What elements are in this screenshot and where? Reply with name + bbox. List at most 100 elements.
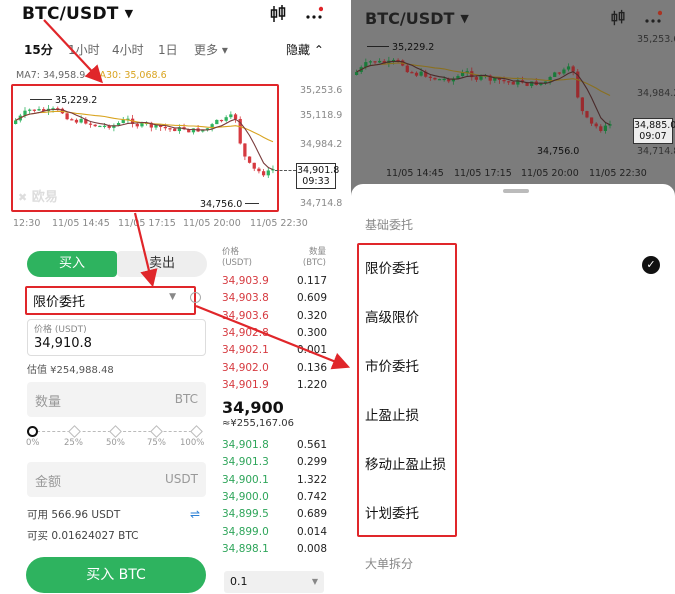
- candlestick-icon[interactable]: [268, 4, 288, 29]
- candle: [419, 71, 423, 76]
- low-label: 34,756.0: [200, 199, 260, 210]
- orderbook-row[interactable]: 34,903.9 0.117: [222, 273, 327, 290]
- sell-tab[interactable]: 卖出: [117, 251, 207, 277]
- current-price-tag: 34,901.8 09:33: [296, 163, 340, 189]
- quantity-input[interactable]: 数量 BTC: [27, 382, 206, 417]
- price-input[interactable]: 价格 (USDT) 34,910.8: [27, 319, 206, 356]
- orderbook-price: 34,901.9: [222, 378, 269, 391]
- slider-mark: 50%: [106, 438, 125, 448]
- orderbook-row[interactable]: 34,901.9 1.220: [222, 377, 327, 394]
- pair-title[interactable]: BTC/USDT ▼: [22, 4, 133, 24]
- orderbook-price: 34,902.8: [222, 326, 269, 339]
- candle: [589, 117, 594, 124]
- trading-screen: BTC/USDT ▼ 15分 1小时 4小时 1日 更多 ▾ 隐藏 ⌃ MA7: …: [0, 0, 345, 594]
- orderbook-row[interactable]: 34,903.6 0.320: [222, 308, 327, 325]
- orderbook-row[interactable]: 34,900.1 1.322: [222, 472, 327, 489]
- amount-input[interactable]: 金额 USDT: [27, 462, 206, 497]
- orderbook-row[interactable]: 34,902.0 0.136: [222, 360, 327, 377]
- time-axis-label: 11/05 20:00: [521, 168, 579, 179]
- candle: [442, 78, 446, 81]
- sheet-section-basic: 基础委托: [365, 218, 414, 232]
- candle: [378, 60, 382, 63]
- orderbook-price: 34,900.0: [222, 490, 269, 503]
- last-price-cny: ≈¥255,167.06: [222, 418, 294, 429]
- time-axis-label: 12:30: [13, 218, 41, 229]
- tab-1d[interactable]: 1日: [158, 41, 178, 58]
- time-axis-label: 11/05 20:00: [183, 218, 241, 229]
- current-price-tag: 34,885.0 09:07: [633, 118, 675, 144]
- sheet-section-iceberg: 大单拆分: [365, 557, 414, 571]
- orderbook-row[interactable]: 34,902.8 0.300: [222, 325, 327, 342]
- order-type-sheet-screen: BTC/USDT▼ 35,229.2 34,756.0 35,253.6 34,…: [351, 0, 675, 594]
- orderbook-qty: 0.561: [296, 439, 327, 451]
- slider-stop[interactable]: [68, 425, 81, 438]
- candle: [507, 81, 511, 83]
- candle: [405, 65, 409, 73]
- candle: [571, 66, 575, 72]
- orderbook-qty: 0.742: [296, 490, 327, 503]
- time-axis-label: 11/05 17:15: [118, 218, 176, 229]
- price-axis-label: 34,714.8: [300, 198, 343, 209]
- buy-tab[interactable]: 买入: [27, 251, 117, 277]
- orderbook-price: 34,901.8: [222, 439, 269, 451]
- sheet-grip-handle[interactable]: [503, 189, 529, 193]
- chevron-down-icon: ▼: [460, 12, 469, 25]
- orderbook-row[interactable]: 34,902.1 0.001: [222, 342, 327, 359]
- tab-15m[interactable]: 15分: [24, 41, 53, 58]
- orderbook-row[interactable]: 34,901.8 0.561: [222, 437, 327, 454]
- candle: [594, 123, 598, 127]
- orderbook-price-header: 价格 (USDT): [222, 247, 252, 268]
- orderbook-price: 34,903.8: [222, 292, 269, 305]
- candle: [355, 71, 359, 75]
- candle: [428, 76, 432, 78]
- check-icon: ✓: [642, 256, 660, 274]
- candle: [603, 125, 608, 131]
- slider-stop[interactable]: [190, 425, 203, 438]
- orderbook-row[interactable]: 34,901.3 0.299: [222, 454, 327, 471]
- orderbook-row[interactable]: 34,899.0 0.014: [222, 524, 327, 541]
- slider-mark: 75%: [147, 438, 166, 448]
- orderbook-row[interactable]: 34,899.5 0.689: [222, 506, 327, 523]
- orderbook-price: 34,903.9: [222, 275, 269, 287]
- orderbook-row[interactable]: 34,898.1 0.008: [222, 541, 327, 558]
- orderbook-price: 34,899.0: [222, 525, 269, 538]
- more-icon[interactable]: [644, 10, 663, 32]
- orderbook-row[interactable]: 34,903.8 0.609: [222, 290, 327, 307]
- depth-select[interactable]: 0.1 ▼: [224, 571, 324, 593]
- pair-title[interactable]: BTC/USDT ▼: [365, 9, 469, 28]
- orderbook-row[interactable]: 34,900.0 0.742: [222, 489, 327, 506]
- candle: [511, 81, 515, 85]
- orderbook-qty: 0.320: [296, 309, 327, 322]
- orderbook-qty: 0.609: [296, 292, 327, 305]
- info-icon[interactable]: [190, 292, 201, 303]
- tab-more[interactable]: 更多 ▾: [194, 41, 228, 58]
- slider-handle[interactable]: [27, 426, 38, 437]
- tab-4h[interactable]: 4小时: [112, 41, 144, 58]
- transfer-icon[interactable]: ⇌: [190, 507, 200, 521]
- orderbook-price: 34,899.5: [222, 508, 269, 521]
- price-axis-label: 35,118.9: [300, 110, 343, 121]
- orderbook-qty: 1.322: [296, 473, 327, 486]
- candle: [585, 111, 589, 118]
- orderbook-price: 34,902.0: [222, 361, 269, 374]
- orderbook-qty: 0.117: [296, 275, 327, 287]
- tab-1h[interactable]: 1小时: [68, 41, 100, 58]
- tab-hide[interactable]: 隐藏 ⌃: [286, 41, 324, 58]
- slider-stop[interactable]: [109, 425, 122, 438]
- candle: [502, 79, 506, 82]
- more-icon[interactable]: [305, 6, 324, 28]
- slider-stop[interactable]: [150, 425, 163, 438]
- orderbook-price: 34,903.6: [222, 309, 269, 322]
- max-buy: 可买 0.01624027 BTC: [27, 530, 139, 542]
- buy-btc-button[interactable]: 买入 BTC: [26, 557, 206, 593]
- candle: [474, 77, 479, 80]
- current-price-line: [275, 170, 296, 171]
- candlestick-icon[interactable]: [609, 9, 627, 31]
- last-price: 34,900: [222, 398, 284, 417]
- candle: [599, 126, 603, 131]
- slider-mark: 25%: [64, 438, 83, 448]
- candle: [539, 83, 543, 85]
- orderbook-qty: 0.014: [296, 525, 327, 538]
- estimate-value: 估值 ¥254,988.48: [27, 365, 114, 376]
- price-axis-label: 35,253.6: [300, 85, 343, 96]
